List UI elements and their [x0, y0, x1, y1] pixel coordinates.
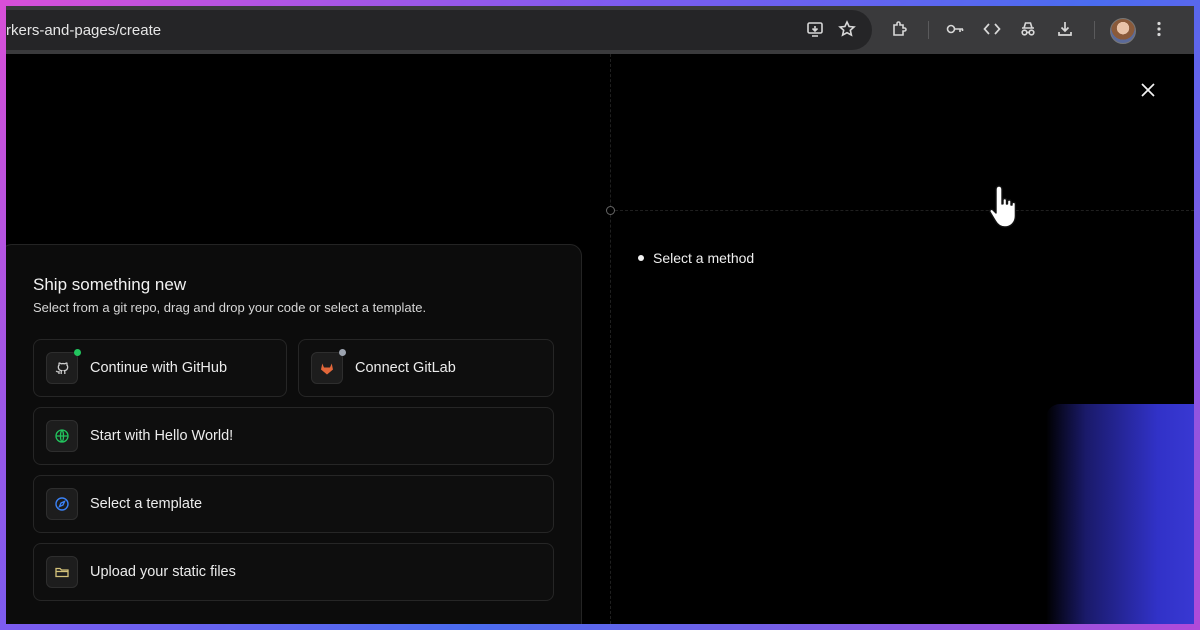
select-template-button[interactable]: Select a template: [33, 475, 554, 533]
code-icon[interactable]: [981, 18, 1003, 40]
panel-subtitle: Select from a git repo, drag and drop yo…: [33, 300, 427, 315]
browser-window: rkers-and-pages/create Select a method S…: [6, 6, 1194, 624]
hand-cursor-icon: [989, 185, 1017, 228]
url-text[interactable]: rkers-and-pages/create: [6, 22, 161, 39]
extensions-icon[interactable]: [888, 18, 910, 40]
option-label: Continue with GitHub: [90, 360, 228, 376]
toolbar-divider: [928, 21, 929, 39]
option-label: Start with Hello World!: [90, 428, 234, 444]
download-icon[interactable]: [1054, 18, 1076, 40]
guide-line-vertical: [610, 54, 611, 624]
bullet-dot: [638, 255, 644, 261]
browser-toolbar: rkers-and-pages/create: [6, 6, 1194, 54]
connector-dot: [606, 206, 615, 215]
close-icon[interactable]: [1137, 79, 1159, 101]
panel-title: Ship something new: [33, 275, 187, 294]
ship-panel: Ship something new Select from a git rep…: [6, 244, 582, 624]
incognito-icon[interactable]: [1017, 18, 1039, 40]
page-content: Select a method Ship something new Selec…: [6, 54, 1194, 624]
option-label: Select a template: [90, 496, 203, 512]
key-icon[interactable]: [944, 18, 966, 40]
option-label: Upload your static files: [90, 564, 236, 580]
upload-static-files-button[interactable]: Upload your static files: [33, 543, 554, 601]
globe-icon: [46, 420, 78, 452]
connect-gitlab-button[interactable]: Connect GitLab: [298, 339, 554, 397]
compass-icon: [46, 488, 78, 520]
bookmark-star-icon[interactable]: [836, 18, 858, 40]
method-indicator: Select a method: [638, 250, 754, 266]
hello-world-button[interactable]: Start with Hello World!: [33, 407, 554, 465]
method-label: Select a method: [653, 250, 755, 266]
profile-avatar[interactable]: [1110, 18, 1136, 44]
continue-github-button[interactable]: Continue with GitHub: [33, 339, 287, 397]
guide-line-horizontal: [610, 210, 1194, 211]
toolbar-divider: [1094, 21, 1095, 39]
connected-status-dot: [74, 349, 81, 356]
install-app-icon[interactable]: [804, 18, 826, 40]
folder-icon: [46, 556, 78, 588]
address-bar[interactable]: rkers-and-pages/create: [6, 10, 872, 50]
option-label: Connect GitLab: [355, 360, 456, 376]
disconnected-status-dot: [339, 349, 346, 356]
decorative-gradient: [1046, 404, 1194, 624]
menu-kebab-icon[interactable]: [1148, 18, 1170, 40]
gitlab-icon: [311, 349, 346, 384]
github-icon: [46, 349, 81, 384]
